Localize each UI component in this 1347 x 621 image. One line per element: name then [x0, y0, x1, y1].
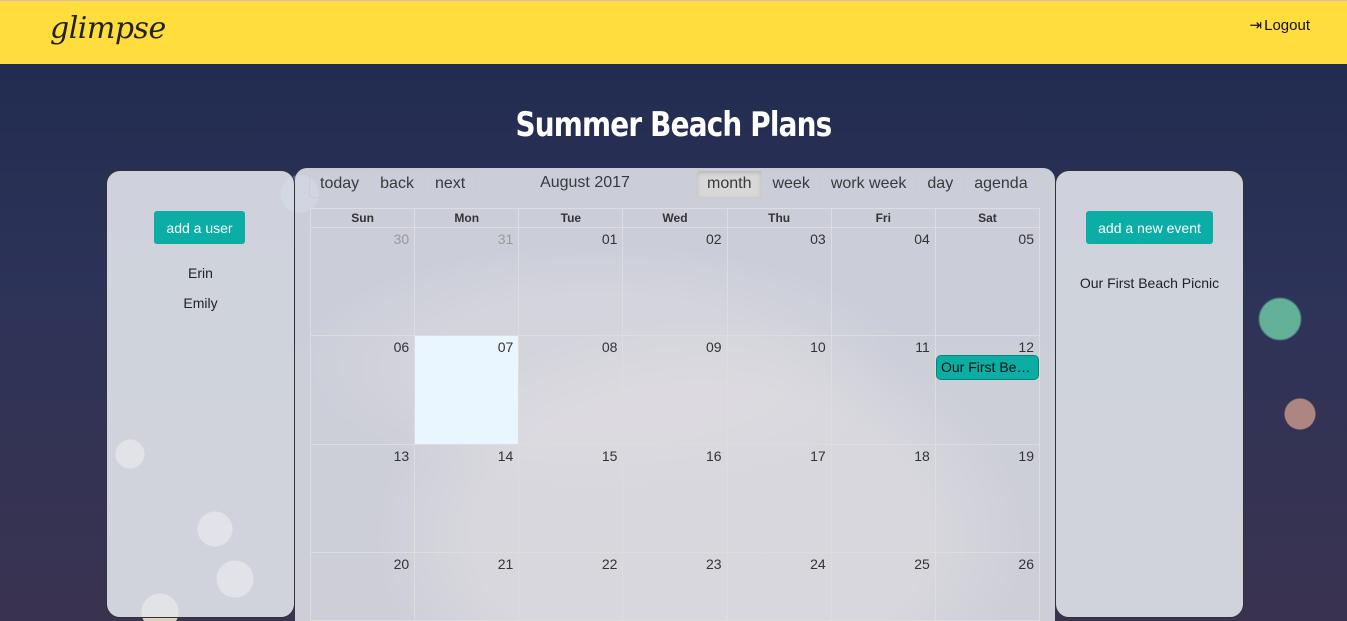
today-button[interactable]: today [309, 170, 371, 198]
day-number: 19 [1018, 448, 1034, 464]
calendar-day-cell[interactable]: 01 [518, 228, 622, 335]
sign-in-icon: ⇥ [1249, 17, 1263, 34]
calendar-day-cell[interactable]: 05 [934, 228, 1039, 335]
view-agenda-button[interactable]: agenda [963, 170, 1039, 198]
calendar-day-cell[interactable]: 06 [311, 336, 414, 444]
user-item[interactable]: Emily [107, 295, 294, 311]
calendar-day-cell[interactable]: 21 [414, 553, 518, 621]
view-week-button[interactable]: week [761, 170, 821, 198]
day-number: 14 [497, 448, 514, 464]
weekday-header: Wed [622, 209, 726, 227]
calendar-day-cell[interactable]: 07 [414, 336, 519, 444]
day-number: 20 [393, 556, 410, 572]
weekday-header-row: Sun Mon Tue Wed Thu Fri Sat [311, 209, 1039, 228]
day-number: 02 [705, 231, 722, 247]
day-number: 06 [393, 339, 410, 355]
next-button[interactable]: next [423, 170, 477, 198]
weekday-header: Mon [414, 209, 518, 227]
day-number: 25 [914, 556, 930, 572]
users-panel: add a user Erin Emily [106, 170, 295, 618]
calendar-week-row: 30 31 01 02 03 04 05 [311, 228, 1039, 336]
calendar-day-cell[interactable]: 23 [622, 553, 726, 621]
calendar-week-row: 13 14 15 16 17 18 19 [311, 445, 1039, 553]
calendar-day-cell[interactable]: 16 [622, 445, 726, 552]
day-number: 30 [393, 231, 410, 247]
calendar-day-cell[interactable]: 25 [830, 553, 935, 621]
day-number: 18 [914, 448, 930, 464]
day-number: 22 [601, 556, 618, 572]
day-number: 26 [1018, 556, 1034, 572]
logout-link[interactable]: ⇥ Logout [1249, 16, 1310, 35]
add-event-button[interactable]: add a new event [1086, 211, 1213, 244]
day-number: 11 [915, 339, 930, 355]
day-number: 08 [601, 339, 618, 355]
day-number: 09 [705, 339, 722, 355]
calendar-day-cell[interactable]: 30 [311, 228, 414, 335]
day-number: 15 [601, 448, 618, 464]
calendar-day-cell[interactable]: 26 [934, 553, 1039, 621]
calendar-day-cell[interactable]: 09 [622, 336, 726, 444]
calendar-day-cell[interactable]: 19 [934, 445, 1039, 552]
day-number: 16 [705, 448, 722, 464]
calendar-week-row: 20 21 22 23 24 25 26 [311, 553, 1039, 621]
calendar: today back next August 2017 month week w… [295, 168, 1055, 621]
view-work-week-button[interactable]: work week [819, 170, 918, 198]
month-grid: Sun Mon Tue Wed Thu Fri Sat 30 31 01 02 03 04… [310, 208, 1040, 621]
calendar-day-cell[interactable]: 22 [518, 553, 622, 621]
calendar-day-cell[interactable]: 02 [622, 228, 726, 335]
day-number: 04 [914, 231, 930, 247]
day-number: 24 [810, 556, 826, 572]
calendar-day-cell[interactable]: 20 [311, 553, 414, 621]
calendar-toolbar: today back next August 2017 month week w… [295, 168, 1055, 208]
calendar-day-cell[interactable]: 18 [830, 445, 935, 552]
weekday-header: Fri [830, 209, 935, 227]
calendar-event-chip[interactable]: Our First Beach Picnic [937, 356, 1038, 379]
calendar-day-cell[interactable]: 12 [934, 336, 1039, 444]
add-user-button[interactable]: add a user [154, 211, 245, 244]
calendar-day-cell[interactable]: 24 [726, 553, 831, 621]
calendar-day-cell[interactable]: 17 [726, 445, 831, 552]
day-number: 03 [810, 231, 826, 247]
page-title: Summer Beach Plans [515, 105, 833, 145]
events-panel: add a new event Our First Beach Picnic [1055, 170, 1244, 618]
calendar-day-cell[interactable]: 13 [311, 445, 414, 552]
weekday-header: Sat [934, 209, 1039, 227]
day-number: 17 [810, 448, 826, 464]
day-number: 23 [705, 556, 722, 572]
calendar-day-cell[interactable]: 31 [414, 228, 518, 335]
weekday-header: Tue [518, 209, 622, 227]
user-item[interactable]: Erin [107, 265, 294, 281]
calendar-day-cell[interactable]: 10 [726, 336, 831, 444]
day-number: 01 [601, 231, 618, 247]
back-button[interactable]: back [369, 170, 425, 198]
logout-label: Logout [1264, 16, 1310, 34]
event-list-item[interactable]: Our First Beach Picnic [1056, 275, 1243, 291]
weeks-container: 30 31 01 02 03 04 05 06 07 08 09 10 11 12 Our First Be… [311, 228, 1039, 621]
calendar-day-cell[interactable]: 04 [830, 228, 935, 335]
weekday-header: Thu [726, 209, 831, 227]
calendar-day-cell[interactable]: 14 [414, 445, 518, 552]
calendar-nav-group: today back next [309, 170, 477, 198]
day-number: 21 [497, 556, 514, 572]
calendar-view-group: month week work week day agenda [696, 170, 1039, 198]
view-day-button[interactable]: day [916, 170, 965, 198]
view-month-button[interactable]: month [696, 170, 763, 198]
calendar-day-cell[interactable]: 03 [726, 228, 831, 335]
day-number: 07 [497, 339, 514, 355]
day-number: 10 [810, 339, 826, 355]
app-logo[interactable]: glimpse [50, 11, 166, 46]
calendar-day-cell[interactable]: 08 [518, 336, 622, 444]
weekday-header: Sun [351, 211, 374, 225]
day-number: 13 [393, 448, 410, 464]
day-number: 31 [497, 231, 514, 247]
day-number: 05 [1018, 231, 1034, 247]
calendar-day-cell[interactable]: 11 [830, 336, 935, 444]
day-number: 12 [1018, 339, 1034, 355]
calendar-day-cell[interactable]: 15 [518, 445, 622, 552]
calendar-month-label: August 2017 [540, 174, 630, 191]
calendar-week-row: 06 07 08 09 10 11 12Our First Beach Picnic [311, 336, 1039, 445]
top-navbar: glimpse ⇥ Logout [0, 0, 1347, 64]
